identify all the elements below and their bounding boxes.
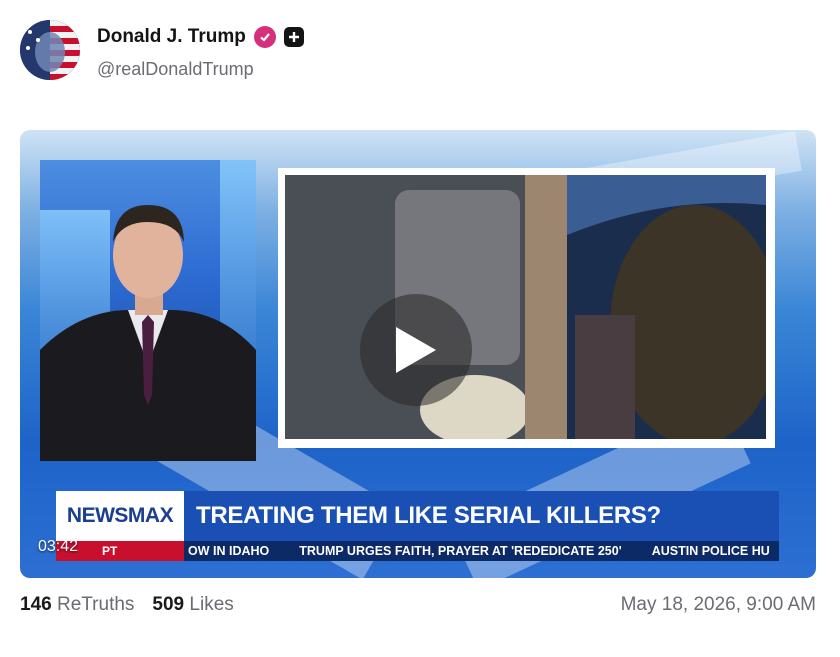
anchor-panel — [40, 160, 256, 461]
author-name[interactable]: Donald J. Trump — [97, 26, 246, 48]
author-handle[interactable]: @realDonaldTrump — [97, 59, 254, 80]
ticker-label-text: PT — [102, 544, 118, 558]
news-ticker: OW IN IDAHO TRUMP URGES FAITH, PRAYER AT… — [184, 541, 779, 561]
play-icon — [396, 327, 436, 373]
ticker-item: TRUMP URGES FAITH, PRAYER AT 'REDEDICATE… — [299, 544, 622, 558]
verified-badge-icon — [253, 26, 276, 48]
news-anchor-image — [40, 205, 256, 461]
post-stats: 146 ReTruths 509 Likes — [20, 594, 234, 616]
likes-stat[interactable]: 509 Likes — [152, 594, 233, 616]
likes-label: Likes — [189, 594, 234, 615]
lower-third: NEWSMAX TREATING THEM LIKE SERIAL KILLER… — [56, 491, 779, 561]
network-logo: NEWSMAX — [56, 491, 184, 541]
avatar[interactable] — [20, 20, 80, 80]
ticker-item: OW IN IDAHO — [188, 544, 270, 558]
avatar-image — [20, 20, 80, 80]
ticker-item: AUSTIN POLICE HU — [651, 544, 770, 558]
author-name-row: Donald J. Trump — [97, 26, 304, 48]
post-timestamp[interactable]: May 18, 2026, 9:00 AM — [621, 594, 816, 616]
headline: TREATING THEM LIKE SERIAL KILLERS? — [184, 491, 779, 541]
play-button[interactable] — [360, 294, 472, 406]
footage-image — [285, 175, 766, 439]
footage-panel — [285, 175, 766, 439]
retruths-label: ReTruths — [56, 594, 135, 615]
retruths-stat[interactable]: 146 ReTruths — [20, 594, 134, 616]
video-duration: 03:42 — [38, 538, 79, 555]
retruths-count: 146 — [20, 594, 52, 615]
likes-count: 509 — [152, 594, 185, 615]
plus-badge-icon — [283, 27, 304, 47]
video-player[interactable]: NEWSMAX TREATING THEM LIKE SERIAL KILLER… — [20, 130, 816, 578]
